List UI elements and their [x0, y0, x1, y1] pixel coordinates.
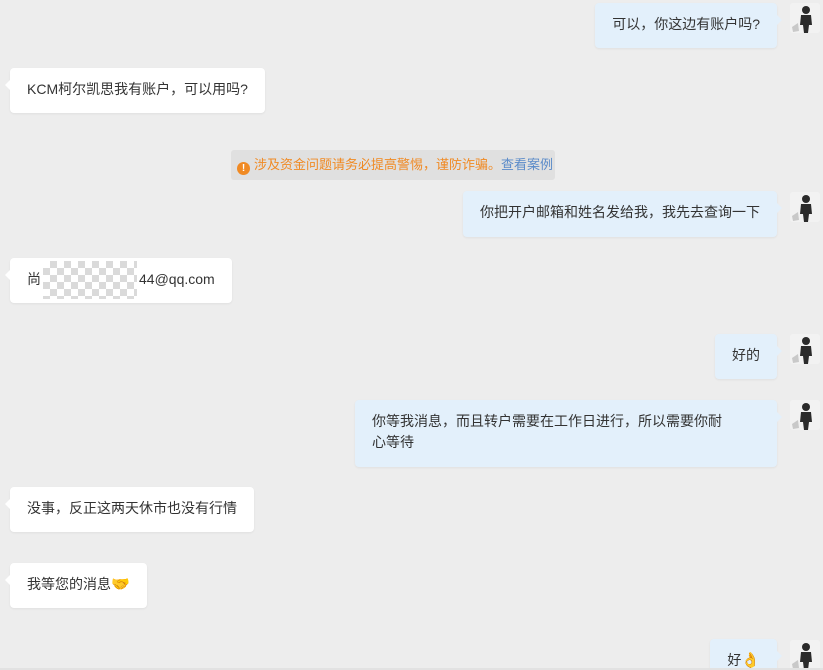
chat-message-list[interactable]: 可以，你这边有账户吗? KCM柯尔凯思我有账户，可以用吗? ! 涉及资金问题请务必…: [0, 0, 823, 670]
message-text-line-2: 心等待: [372, 434, 414, 450]
redaction-mosaic: [43, 261, 137, 300]
message-text-prefix: 尚: [27, 271, 41, 287]
outgoing-message[interactable]: 可以，你这边有账户吗?: [595, 3, 782, 48]
person-avatar-icon: [790, 400, 820, 430]
incoming-message[interactable]: 没事，反正这两天休市也没有行情: [5, 487, 254, 532]
incoming-message[interactable]: KCM柯尔凯思我有账户，可以用吗?: [5, 68, 265, 113]
my-avatar[interactable]: [790, 400, 820, 430]
message-text: 可以，你这边有账户吗?: [612, 16, 760, 32]
message-text: 没事，反正这两天休市也没有行情: [27, 500, 237, 516]
outgoing-message[interactable]: 好的: [715, 334, 782, 379]
message-text: 好的: [732, 347, 760, 363]
view-cases-link[interactable]: 查看案例: [501, 157, 553, 172]
person-avatar-icon: [790, 192, 820, 222]
outgoing-message[interactable]: 你等我消息，而且转户需要在工作日进行，所以需要你耐 心等待: [355, 400, 782, 467]
person-avatar-icon: [790, 640, 820, 670]
my-avatar[interactable]: [790, 3, 820, 33]
ok-hand-emoji-icon: 👌: [741, 651, 760, 669]
message-text: 好: [727, 652, 742, 668]
message-text-line-1: 你等我消息，而且转户需要在工作日进行，所以需要你耐: [372, 413, 722, 429]
fraud-warning-notice: ! 涉及资金问题请务必提高警惕，谨防诈骗。查看案例: [231, 150, 555, 180]
person-avatar-icon: [790, 334, 820, 364]
warning-icon: !: [237, 162, 250, 175]
message-text-suffix: 44@qq.com: [139, 271, 215, 287]
my-avatar[interactable]: [790, 334, 820, 364]
message-text: KCM柯尔凯思我有账户，可以用吗?: [27, 81, 248, 97]
my-avatar[interactable]: [790, 192, 820, 222]
warning-text: 涉及资金问题请务必提高警惕，谨防诈骗。: [254, 157, 502, 172]
handshake-emoji-icon: 🤝: [111, 575, 130, 593]
outgoing-message[interactable]: 好👌: [710, 639, 782, 670]
incoming-message[interactable]: 我等您的消息🤝: [5, 563, 147, 608]
message-text: 你把开户邮箱和姓名发给我，我先去查询一下: [480, 204, 760, 220]
my-avatar[interactable]: [790, 640, 820, 670]
outgoing-message[interactable]: 你把开户邮箱和姓名发给我，我先去查询一下: [463, 191, 782, 237]
message-text: 我等您的消息: [27, 576, 111, 592]
person-avatar-icon: [790, 3, 820, 33]
incoming-message[interactable]: 尚 44@qq.com: [5, 258, 232, 303]
